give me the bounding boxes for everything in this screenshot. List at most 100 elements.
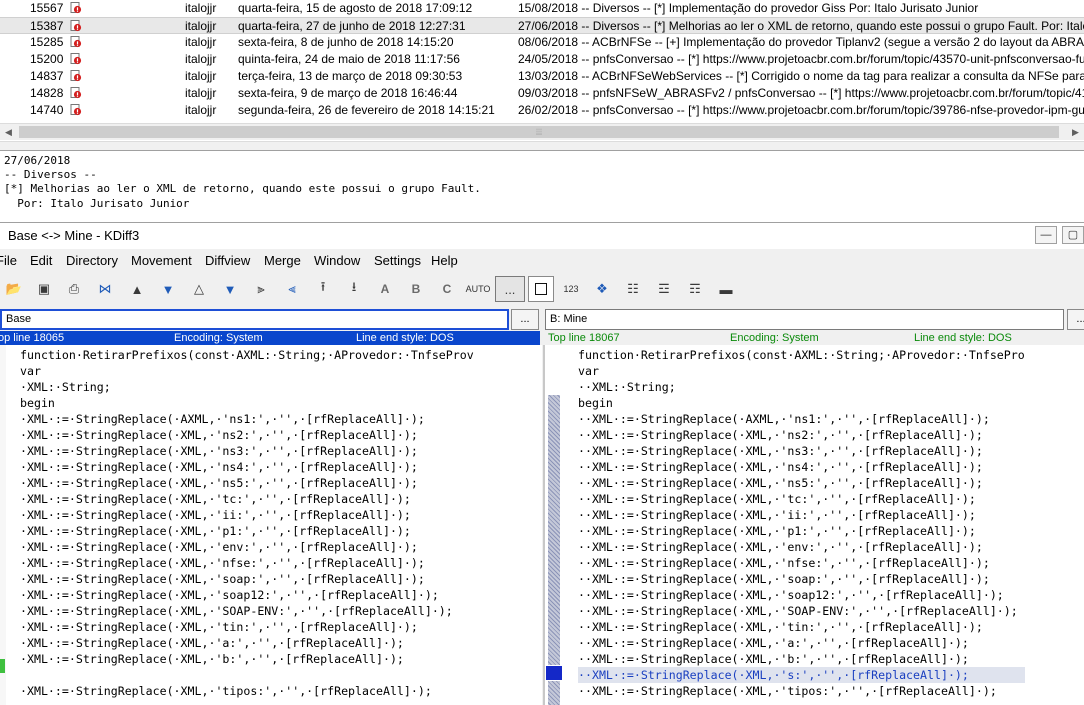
code-line[interactable]: ·XML·:=·StringReplace(·XML,·'tipos:',·''… xyxy=(20,683,474,699)
code-line[interactable] xyxy=(20,667,474,683)
pane-splitter[interactable] xyxy=(0,141,1084,151)
line-numbers-icon[interactable]: 123 xyxy=(559,277,583,301)
open-icon[interactable]: 📂 xyxy=(2,277,26,301)
code-line[interactable]: ··XML·:=·StringReplace(·XML,·'s:',·'',·[… xyxy=(578,667,1025,683)
choose-c-icon[interactable]: C xyxy=(435,277,459,301)
log-row[interactable]: 15200 italojjr quinta-feira, 24 de maio de… xyxy=(0,51,1084,68)
choose-a-icon[interactable]: A xyxy=(373,277,397,301)
code-line[interactable]: ·XML·:=·StringReplace(·AXML,·'ns1:',·'',… xyxy=(20,411,474,427)
code-line[interactable]: ·XML·:=·StringReplace(·XML,·'tc:',·'',·[… xyxy=(20,491,474,507)
next-delta-icon[interactable]: ▼ xyxy=(156,277,180,301)
code-line[interactable]: ·XML·:=·StringReplace(·XML,·'tin:',·'',·… xyxy=(20,619,474,635)
next-unsolved-icon[interactable]: ⫷ xyxy=(280,277,304,301)
code-line[interactable]: ··XML·:=·StringReplace(·XML,·'ns2:',·'',… xyxy=(578,427,1025,443)
split-horizontal-icon[interactable]: ☲ xyxy=(652,277,676,301)
log-row[interactable]: 15387 italojjr quarta-feira, 27 de junho d… xyxy=(0,17,1084,34)
bottom-icon[interactable]: ⭳ xyxy=(342,277,366,301)
save-icon[interactable]: ▣ xyxy=(32,277,56,301)
log-row[interactable]: 14828 italojjr sexta-feira, 9 de março de … xyxy=(0,85,1084,102)
log-row[interactable]: 14740 italojjr segunda-feira, 26 de fevere… xyxy=(0,102,1084,119)
code-line[interactable]: function·RetirarPrefixos(const·AXML:·Str… xyxy=(20,347,474,363)
code-line[interactable]: ··XML·:=·StringReplace(·XML,·'a:',·'',·[… xyxy=(578,635,1025,651)
code-line[interactable]: begin xyxy=(578,395,1025,411)
window-icon[interactable]: ▬ xyxy=(714,277,738,301)
code-line[interactable]: ·XML·:=·StringReplace(·XML,·'soap:',·'',… xyxy=(20,571,474,587)
maximize-button[interactable]: ▢ xyxy=(1062,226,1084,244)
code-line[interactable]: ·XML·:=·StringReplace(·XML,·'p1:',·'',·[… xyxy=(20,523,474,539)
scroll-left-arrow-icon[interactable]: ◀ xyxy=(0,124,17,141)
show-whitespace-chars-icon[interactable] xyxy=(528,276,554,302)
code-line[interactable]: begin xyxy=(20,395,474,411)
code-line[interactable]: ·XML·:=·StringReplace(·XML,·'ns2:',·'',·… xyxy=(20,427,474,443)
code-line[interactable]: var xyxy=(578,363,1025,379)
file-b-name-field[interactable]: B: Mine xyxy=(545,309,1064,330)
diff-pane-b[interactable]: function·RetirarPrefixos(const·AXML:·Str… xyxy=(545,345,1084,705)
code-line[interactable]: ·XML·:=·StringReplace(·XML,·'soap12:',·'… xyxy=(20,587,474,603)
code-line[interactable]: ··XML·:=·StringReplace(·XML,·'ii:',·'',·… xyxy=(578,507,1025,523)
code-line[interactable]: ·XML·:=·StringReplace(·XML,·'nfse:',·'',… xyxy=(20,555,474,571)
menu-directory[interactable]: Directory xyxy=(66,253,118,269)
code-line[interactable]: ··XML·:=·StringReplace(·XML,·'tc:',·'',·… xyxy=(578,491,1025,507)
code-line[interactable]: var xyxy=(20,363,474,379)
code-line[interactable]: ·XML·:=·StringReplace(·XML,·'ns5:',·'',·… xyxy=(20,475,474,491)
menu-merge[interactable]: Merge xyxy=(264,253,301,269)
detail-line: Por: Italo Jurisato Junior xyxy=(4,196,190,210)
menu-window[interactable]: Window xyxy=(314,253,360,269)
menu-help[interactable]: Help xyxy=(431,253,458,269)
print-icon[interactable]: ⎙ xyxy=(62,277,86,301)
code-line[interactable]: ·XML·:=·StringReplace(·XML,·'env:',·'',·… xyxy=(20,539,474,555)
code-line[interactable]: ·XML·:=·StringReplace(·XML,·'SOAP-ENV:',… xyxy=(20,603,474,619)
code-line[interactable]: ·XML·:=·StringReplace(·XML,·'a:',·'',·[r… xyxy=(20,635,474,651)
code-line[interactable]: ·XML·:=·StringReplace(·XML,·'ii:',·'',·[… xyxy=(20,507,474,523)
next-conflict-icon[interactable]: ▼ xyxy=(218,277,242,301)
menu-edit[interactable]: Edit xyxy=(30,253,52,269)
code-line[interactable]: function·RetirarPrefixos(const·AXML:·Str… xyxy=(578,347,1025,363)
prev-conflict-icon[interactable]: △ xyxy=(187,277,211,301)
pane-a-code[interactable]: function·RetirarPrefixos(const·AXML:·Str… xyxy=(20,347,474,699)
code-line[interactable]: ··XML·:=·StringReplace(·XML,·'soap:',·''… xyxy=(578,571,1025,587)
code-line[interactable]: ·XML:·String; xyxy=(20,379,474,395)
code-line[interactable]: ··XML·:=·StringReplace(·XML,·'env:',·'',… xyxy=(578,539,1025,555)
code-line[interactable]: ·XML·:=·StringReplace(·XML,·'ns3:',·'',·… xyxy=(20,443,474,459)
menu-movement[interactable]: Movement xyxy=(131,253,192,269)
code-line[interactable]: ··XML·:=·StringReplace(·XML,·'soap12:',·… xyxy=(578,587,1025,603)
show-whitespace-icon[interactable]: ... xyxy=(495,276,525,302)
code-line[interactable]: ··XML·:=·StringReplace(·XML,·'ns5:',·'',… xyxy=(578,475,1025,491)
code-line[interactable]: ··XML·:=·StringReplace(·XML,·'ns4:',·'',… xyxy=(578,459,1025,475)
prev-delta-icon[interactable]: ▲ xyxy=(125,277,149,301)
log-row[interactable]: 14837 italojjr terça-feira, 13 de março de… xyxy=(0,68,1084,85)
code-line[interactable]: ··XML·:=·StringReplace(·AXML,·'ns1:',·''… xyxy=(578,411,1025,427)
overview-icon[interactable]: ❖ xyxy=(590,277,614,301)
file-a-name-field[interactable]: Base xyxy=(0,309,509,330)
scroll-right-arrow-icon[interactable]: ▶ xyxy=(1067,124,1084,141)
pane-b-code[interactable]: function·RetirarPrefixos(const·AXML:·Str… xyxy=(578,347,1025,699)
scroll-thumb[interactable]: ⦙⦙⦙ xyxy=(19,126,1059,138)
menu-settings[interactable]: Settings xyxy=(374,253,421,269)
menu-diffview[interactable]: Diffview xyxy=(205,253,250,269)
overview-wide-icon[interactable]: ☶ xyxy=(683,277,707,301)
code-line[interactable]: ··XML:·String; xyxy=(578,379,1025,395)
file-a-browse-button[interactable]: ... xyxy=(511,309,539,330)
menu-file[interactable]: File xyxy=(0,253,17,269)
prev-unsolved-icon[interactable]: ⫸ xyxy=(249,277,273,301)
code-line[interactable]: ··XML·:=·StringReplace(·XML,·'tin:',·'',… xyxy=(578,619,1025,635)
code-line[interactable]: ··XML·:=·StringReplace(·XML,·'b:',·'',·[… xyxy=(578,651,1025,667)
top-icon[interactable]: ⭱ xyxy=(311,277,335,301)
code-line[interactable]: ··XML·:=·StringReplace(·XML,·'tipos:',·'… xyxy=(578,683,1025,699)
code-line[interactable]: ··XML·:=·StringReplace(·XML,·'ns3:',·'',… xyxy=(578,443,1025,459)
code-line[interactable]: ·XML·:=·StringReplace(·XML,·'b:',·'',·[r… xyxy=(20,651,474,667)
split-vertical-icon[interactable]: ☷ xyxy=(621,277,645,301)
code-line[interactable]: ·XML·:=·StringReplace(·XML,·'ns4:',·'',·… xyxy=(20,459,474,475)
first-delta-icon[interactable]: ⋈ xyxy=(93,277,117,301)
code-line[interactable]: ··XML·:=·StringReplace(·XML,·'SOAP-ENV:'… xyxy=(578,603,1025,619)
minimize-button[interactable]: — xyxy=(1035,226,1057,244)
diff-pane-a[interactable]: function·RetirarPrefixos(const·AXML:·Str… xyxy=(0,345,542,705)
auto-advance-icon[interactable]: AUTO xyxy=(466,277,491,301)
log-row[interactable]: 15567 italojjr quarta-feira, 15 de agosto … xyxy=(0,0,1084,17)
code-line[interactable]: ··XML·:=·StringReplace(·XML,·'p1:',·'',·… xyxy=(578,523,1025,539)
log-row[interactable]: 15285 italojjr sexta-feira, 8 de junho de … xyxy=(0,34,1084,51)
choose-b-icon[interactable]: B xyxy=(404,277,428,301)
file-b-browse-button[interactable]: ... xyxy=(1067,309,1084,330)
log-horizontal-scrollbar[interactable]: ◀ ⦙⦙⦙ ▶ xyxy=(0,123,1084,140)
code-line[interactable]: ··XML·:=·StringReplace(·XML,·'nfse:',·''… xyxy=(578,555,1025,571)
